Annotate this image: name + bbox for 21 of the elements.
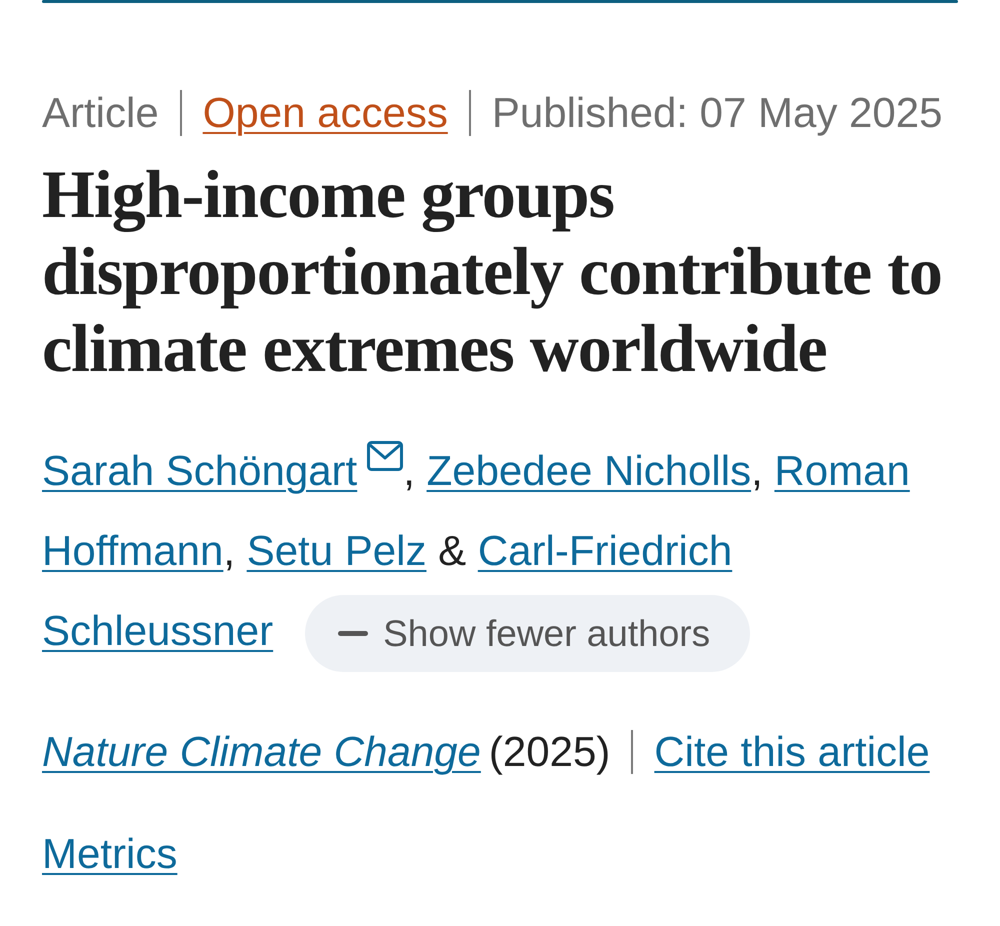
author-link[interactable]: Roman xyxy=(774,447,910,494)
show-fewer-authors-button[interactable]: Show fewer authors xyxy=(305,595,750,672)
cite-article-link[interactable]: Cite this article xyxy=(654,727,930,778)
open-access-link[interactable]: Open access xyxy=(202,89,448,137)
separator-text: , xyxy=(223,527,236,574)
separator-text: & xyxy=(438,527,466,574)
separator-text: , xyxy=(751,447,763,494)
envelope-icon[interactable] xyxy=(367,441,404,471)
author-link[interactable]: Setu Pelz xyxy=(246,527,426,574)
separator-text: , xyxy=(403,447,415,494)
article-type-text: Article xyxy=(42,89,159,137)
published-date-text: Published: 07 May 2025 xyxy=(492,89,942,137)
article-title: High-income groups disproportionately contribute to climate extremes worldwide xyxy=(42,156,943,387)
author-link[interactable]: Carl-Friedrich xyxy=(478,527,732,574)
metrics-link[interactable]: Metrics xyxy=(42,830,178,878)
author-link[interactable]: Schleussner xyxy=(42,607,274,654)
author-link[interactable]: Zebedee Nicholls xyxy=(426,447,752,494)
journal-link[interactable]: Nature Climate Change xyxy=(42,727,481,778)
year-text: (2025) xyxy=(488,727,610,778)
author-link[interactable]: Sarah Schöngart xyxy=(42,447,358,494)
author-link[interactable]: Hoffmann xyxy=(42,527,224,574)
